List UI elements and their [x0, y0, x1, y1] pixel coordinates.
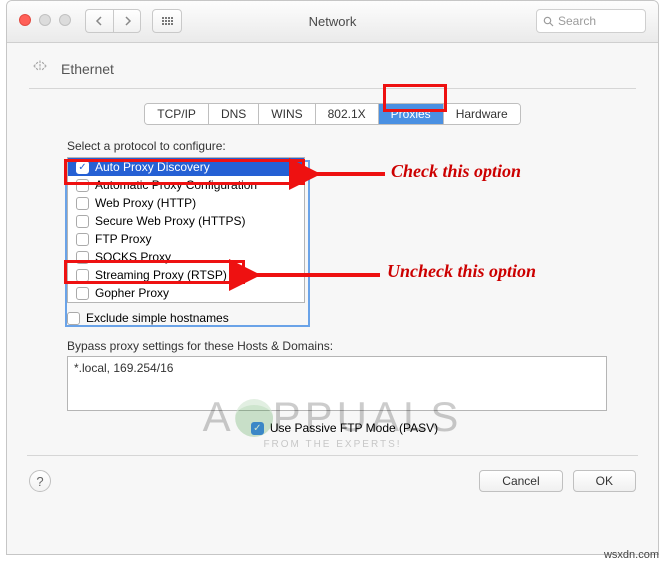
tab-proxies[interactable]: Proxies	[379, 104, 444, 124]
checkbox-icon	[76, 179, 89, 192]
protocol-label: Streaming Proxy (RTSP)	[95, 268, 227, 282]
checkbox-icon	[76, 251, 89, 264]
checkbox-icon	[76, 269, 89, 282]
bypass-textarea[interactable]: *.local, 169.254/16	[67, 356, 607, 411]
checkbox-icon: ✓	[76, 161, 89, 174]
checkbox-icon	[67, 312, 80, 325]
interface-title: Ethernet	[61, 61, 114, 77]
search-placeholder: Search	[558, 14, 596, 28]
tab-wins[interactable]: WINS	[259, 104, 315, 124]
protocol-label: FTP Proxy	[95, 232, 151, 246]
protocol-row[interactable]: FTP Proxy	[68, 230, 304, 248]
protocol-row[interactable]: Gopher Proxy	[68, 284, 304, 302]
protocol-row[interactable]: Automatic Proxy Configuration	[68, 176, 304, 194]
protocol-label: SOCKS Proxy	[95, 250, 171, 264]
protocol-row[interactable]: Web Proxy (HTTP)	[68, 194, 304, 212]
help-button[interactable]: ?	[29, 470, 51, 492]
tab-tcpip[interactable]: TCP/IP	[145, 104, 209, 124]
tabs: TCP/IPDNSWINS802.1XProxiesHardware	[7, 103, 658, 125]
tab-dns[interactable]: DNS	[209, 104, 259, 124]
checkbox-icon	[76, 287, 89, 300]
protocol-row[interactable]: ✓ Auto Proxy Discovery	[68, 158, 304, 176]
search-icon	[543, 16, 554, 27]
passive-ftp-label: Use Passive FTP Mode (PASV)	[270, 421, 438, 435]
ok-button[interactable]: OK	[573, 470, 636, 492]
preferences-window: Network Search Ethernet TCP/IPDNSWINS802…	[6, 0, 659, 555]
protocol-label: Gopher Proxy	[95, 286, 169, 300]
checkbox-icon	[76, 233, 89, 246]
proxies-pane: Select a protocol to configure: ✓ Auto Pr…	[7, 129, 658, 441]
protocol-label: Auto Proxy Discovery	[95, 160, 210, 174]
protocol-list: ✓ Auto Proxy Discovery Automatic Proxy Con…	[67, 157, 305, 303]
watermark-subtext: FROM THE EXPERTS!	[203, 440, 463, 450]
tab-hardware[interactable]: Hardware	[444, 104, 520, 124]
exclude-label: Exclude simple hostnames	[86, 311, 229, 325]
protocol-row[interactable]: Streaming Proxy (RTSP)	[68, 266, 304, 284]
protocol-label: Web Proxy (HTTP)	[95, 196, 196, 210]
protocol-row[interactable]: SOCKS Proxy	[68, 248, 304, 266]
protocol-label: Secure Web Proxy (HTTPS)	[95, 214, 245, 228]
cancel-button[interactable]: Cancel	[479, 470, 562, 492]
protocol-label: Automatic Proxy Configuration	[95, 178, 257, 192]
footer: ? Cancel OK	[7, 456, 658, 506]
pane-header: Ethernet	[7, 43, 658, 93]
bypass-label: Bypass proxy settings for these Hosts & …	[67, 339, 622, 353]
protocol-prompt: Select a protocol to configure:	[67, 139, 622, 153]
checkbox-icon	[76, 197, 89, 210]
passive-ftp-checkbox[interactable]: ✓ Use Passive FTP Mode (PASV)	[67, 421, 622, 435]
diamond-icon[interactable]	[29, 57, 51, 80]
credit-text: wsxdn.com	[604, 549, 659, 561]
search-input[interactable]: Search	[536, 9, 646, 33]
checkbox-icon: ✓	[251, 422, 264, 435]
checkbox-icon	[76, 215, 89, 228]
protocol-row[interactable]: Secure Web Proxy (HTTPS)	[68, 212, 304, 230]
exclude-hostnames-checkbox[interactable]: Exclude simple hostnames	[67, 311, 622, 325]
titlebar: Network Search	[7, 1, 658, 43]
tab-8021x[interactable]: 802.1X	[316, 104, 379, 124]
